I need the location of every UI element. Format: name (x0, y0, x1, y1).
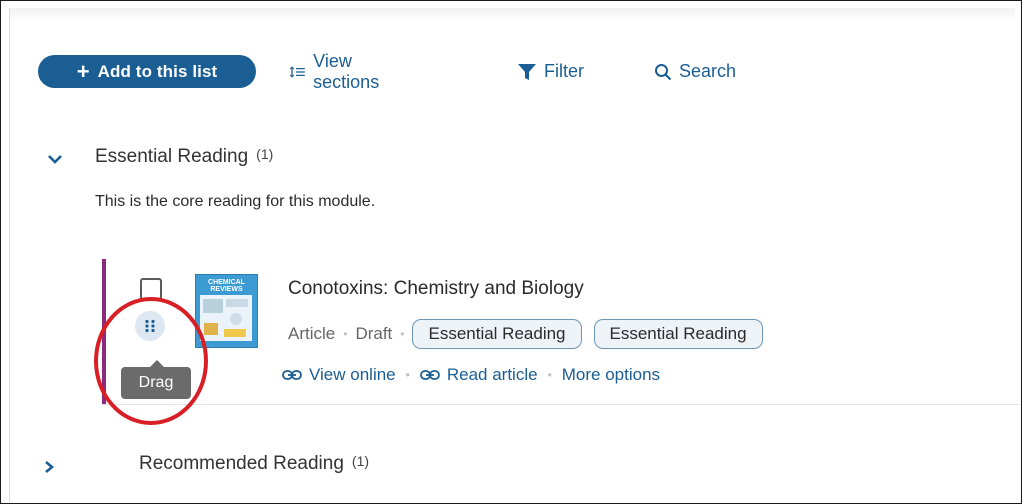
item-title[interactable]: Conotoxins: Chemistry and Biology (288, 278, 584, 300)
action-separator: • (405, 368, 410, 382)
add-to-list-button[interactable]: + Add to this list (38, 55, 256, 88)
item-type: Article (288, 324, 336, 343)
chevron-right-icon[interactable] (42, 459, 56, 475)
item-accent-bar (102, 259, 106, 404)
view-online-label: View online (309, 365, 396, 384)
filter-icon (518, 63, 536, 80)
view-sections-label: View sections (313, 50, 380, 92)
search-label: Search (679, 61, 737, 81)
item-status: Draft (355, 324, 393, 343)
meta-separator: • (343, 327, 348, 341)
filter-label: Filter (544, 61, 584, 81)
drag-handle-icon (145, 319, 155, 333)
search-icon (655, 63, 672, 80)
section-count: (1) (256, 146, 274, 162)
drag-tooltip: Drag (121, 360, 191, 399)
section-count: (1) (351, 453, 370, 469)
reading-list-item: Drag CHEMICAL REVIEWS Conotoxins: Chemis… (102, 259, 1020, 405)
section-header-essential[interactable]: Essential Reading (1) (95, 146, 273, 168)
chevron-down-icon[interactable] (46, 152, 64, 166)
add-to-list-label: Add to this list (97, 61, 218, 81)
search-button[interactable]: Search (654, 55, 736, 88)
link-icon (419, 370, 440, 380)
view-sections-button[interactable]: View sections (290, 51, 387, 92)
more-options-link[interactable]: More options (562, 365, 660, 385)
read-article-label: Read article (446, 365, 538, 384)
section-header-recommended[interactable]: Recommended Reading (1) (139, 453, 369, 475)
link-icon (282, 370, 302, 380)
section-description: This is the core reading for this module… (95, 193, 376, 210)
top-shadow (10, 8, 1015, 22)
meta-separator: • (400, 327, 405, 341)
item-select-checkbox[interactable] (140, 278, 162, 300)
thumbnail-cover-art (200, 295, 252, 341)
item-actions: View online • Read article • More option… (282, 363, 660, 387)
item-meta: Article • Draft • Essential Reading Esse… (288, 319, 775, 349)
section-tag[interactable]: Essential Reading (593, 319, 763, 349)
view-sections-icon (290, 65, 305, 78)
left-divider (9, 8, 10, 502)
plus-icon: + (76, 58, 90, 84)
thumbnail-title: CHEMICAL REVIEWS (208, 279, 245, 293)
view-online-link[interactable]: View online (282, 365, 396, 385)
action-separator: • (547, 368, 552, 382)
more-options-label: More options (561, 365, 661, 384)
drag-handle-button[interactable] (135, 311, 165, 341)
read-article-link[interactable]: Read article (419, 365, 538, 385)
filter-button[interactable]: Filter (517, 55, 584, 88)
section-title: Recommended Reading (139, 453, 344, 474)
section-tag[interactable]: Essential Reading (412, 319, 582, 349)
section-title: Essential Reading (95, 146, 249, 167)
item-thumbnail[interactable]: CHEMICAL REVIEWS (195, 274, 258, 348)
